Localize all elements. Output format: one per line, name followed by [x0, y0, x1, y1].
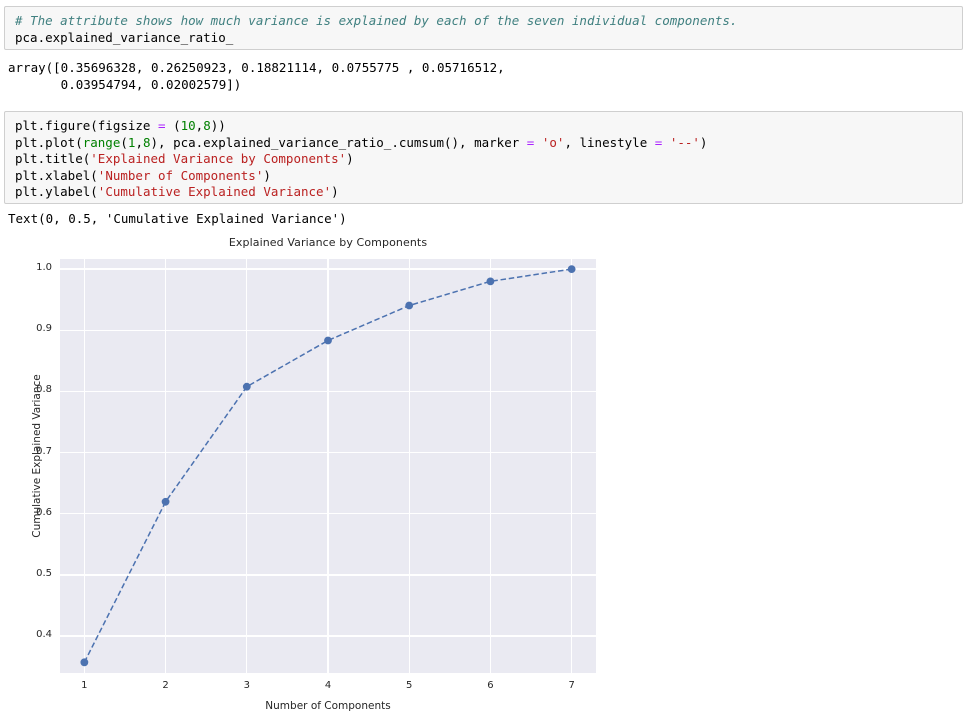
code-line: plt.plot(range(1,8), pca.explained_varia… [15, 135, 952, 152]
code-token-plain: ) [346, 151, 354, 166]
code-token-plain: )) [210, 118, 226, 133]
x-tick-label: 4 [324, 680, 332, 691]
x-tick-label: 7 [568, 680, 575, 691]
chart-title: Explained Variance by Components [228, 236, 428, 249]
y-tick-label: 0.7 [36, 445, 52, 457]
code-cell-input-2[interactable]: plt.figure(figsize = (10,8)) plt.plot(ra… [4, 111, 963, 204]
code-cell-input-1[interactable]: # The attribute shows how much variance … [4, 6, 963, 50]
code-token-string: '--' [669, 134, 700, 150]
y-tick-label: 1.0 [36, 262, 52, 274]
y-tick-label: 0.8 [36, 384, 52, 396]
plot-area [60, 259, 596, 673]
series-line [83, 268, 572, 663]
data-point-marker [80, 658, 89, 667]
x-tick-label: 1 [81, 680, 88, 691]
code-token-plain: pca.explained_variance_ratio_ [15, 29, 234, 45]
data-point-marker [161, 497, 170, 506]
y-tick-label: 0.5 [36, 567, 52, 579]
code-line: plt.ylabel('Cumulative Explained Varianc… [15, 184, 952, 201]
x-axis-label: Number of Components [265, 700, 391, 712]
x-tick-label: 3 [243, 680, 250, 691]
code-line: plt.title('Explained Variance by Compone… [15, 151, 952, 168]
code-token-plain: plt.xlabel( [15, 167, 98, 183]
code-token-string: 'Cumulative Explained Variance' [97, 184, 332, 199]
data-point-marker [567, 265, 576, 273]
data-point-marker [242, 382, 251, 391]
text-output-line: Text(0, 0.5, 'Cumulative Explained Varia… [8, 211, 347, 226]
array-output-line-2: 0.03954794, 0.02002579]) [8, 77, 242, 92]
x-tick-label: 5 [406, 680, 413, 691]
code-token-plain: ) [699, 134, 708, 150]
code-line: plt.xlabel('Number of Components') [15, 168, 952, 185]
code-token-plain: plt.title( [15, 151, 91, 166]
code-token-plain: , [135, 134, 143, 150]
array-output-line-1: array([0.35696328, 0.26250923, 0.1882111… [8, 60, 505, 75]
code-token-string: 'o' [541, 134, 565, 150]
y-tick-label: 0.4 [36, 629, 52, 640]
data-point-marker [324, 336, 332, 345]
code-token-operator: = [158, 118, 166, 133]
code-token-plain: , linestyle [564, 134, 655, 150]
x-tick-label: 6 [487, 680, 494, 691]
code-token-function: range [82, 134, 121, 150]
code-token-plain: ( [173, 118, 181, 133]
data-point-marker [405, 301, 414, 310]
code-token-number: 8 [142, 134, 151, 150]
data-series [80, 265, 576, 667]
code-token-plain: plt.figure(figsize [15, 118, 158, 133]
x-tick-label: 2 [162, 680, 169, 691]
code-line: plt.figure(figsize = (10,8)) [15, 118, 952, 135]
y-axis-label: Cumulative Explained Variance [31, 374, 43, 538]
code-token-plain: ) [331, 184, 339, 199]
code-token-string: 'Explained Variance by Components' [90, 151, 347, 166]
code-line: # The attribute shows how much variance … [15, 13, 952, 30]
code-token-plain: plt.ylabel( [15, 184, 98, 199]
code-token-number: 8 [203, 118, 211, 133]
code-token-number: 10 [180, 118, 196, 133]
code-token-string: 'Number of Components' [97, 167, 264, 183]
code-token-plain: ( [120, 134, 128, 150]
code-token-plain: ), pca.explained_variance_ratio_.cumsum(… [150, 134, 527, 150]
code-token-comment: # The attribute shows how much variance … [15, 13, 738, 28]
y-tick-label: 0.9 [36, 323, 52, 335]
code-token-plain: ) [263, 167, 271, 183]
y-tick-label: 0.6 [36, 506, 52, 518]
code-line: pca.explained_variance_ratio_ [15, 30, 952, 47]
matplotlib-figure: Explained Variance by Components 0.4 0.5 0… [0, 236, 655, 720]
code-token-plain: plt.plot( [15, 134, 83, 150]
data-point-marker [486, 277, 495, 286]
